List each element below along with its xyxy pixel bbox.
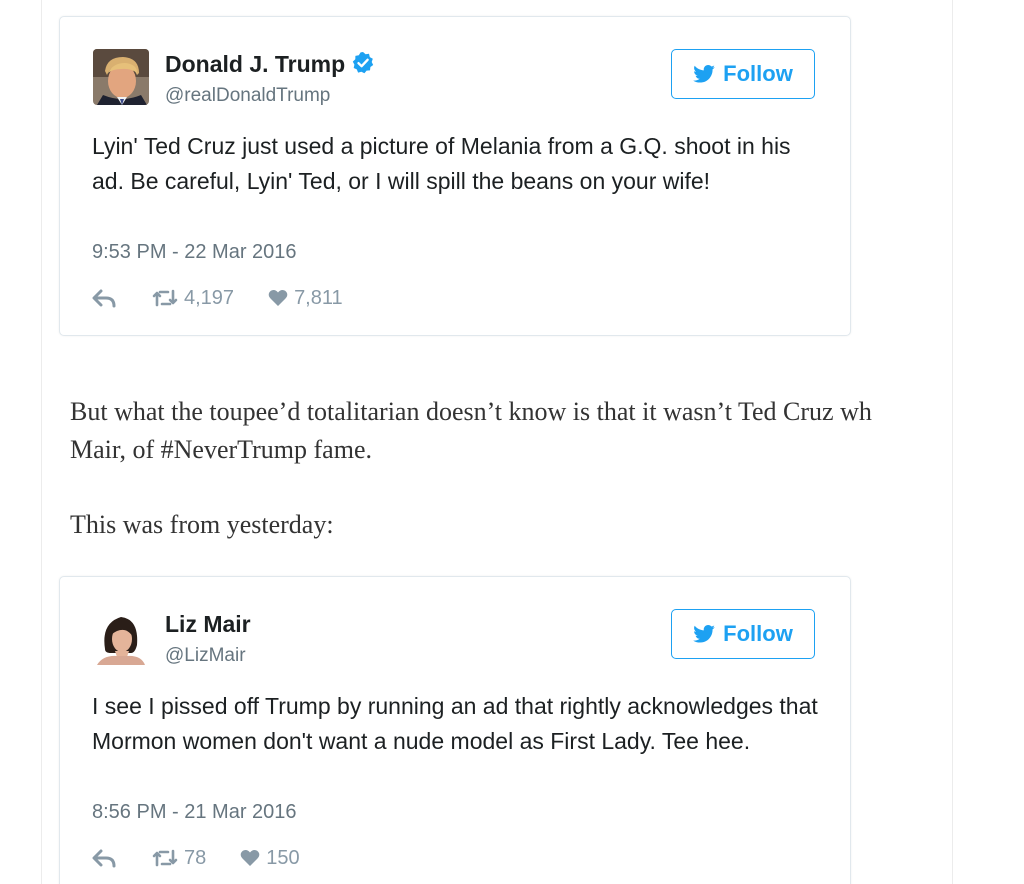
- like-count: 7,811: [294, 286, 343, 309]
- author-name[interactable]: Liz Mair: [165, 611, 251, 638]
- twitter-bird-icon: [693, 65, 715, 83]
- author-handle[interactable]: @LizMair: [165, 645, 246, 667]
- embedded-tweet: Liz Mair @LizMair Follow I see I pissed …: [59, 576, 851, 884]
- like-action[interactable]: 7,811: [268, 287, 343, 310]
- tweet-timestamp[interactable]: 8:56 PM - 21 Mar 2016: [92, 801, 297, 824]
- heart-icon: [240, 850, 260, 866]
- author-handle[interactable]: @realDonaldTrump: [165, 85, 330, 107]
- tweet-text: I see I pissed off Trump by running an a…: [92, 693, 818, 754]
- retweet-action[interactable]: 78: [152, 847, 206, 870]
- tweet-timestamp[interactable]: 9:53 PM - 22 Mar 2016: [92, 241, 297, 264]
- article-paragraph-line: But what the toupee’d totalitarian doesn…: [70, 397, 872, 426]
- retweet-count: 4,197: [184, 286, 235, 309]
- follow-label: Follow: [723, 61, 793, 86]
- retweet-icon: [152, 289, 178, 307]
- like-count: 150: [266, 846, 300, 869]
- reply-icon[interactable]: [92, 288, 118, 308]
- article-paragraph: This was from yesterday:: [70, 510, 334, 539]
- person-portrait-icon: [93, 49, 149, 105]
- twitter-bird-icon: [693, 625, 715, 643]
- article-body: Donald J. Trump @realDonaldTrump Follow …: [42, 0, 952, 884]
- like-action[interactable]: 150: [240, 846, 300, 870]
- follow-button[interactable]: Follow: [671, 49, 815, 99]
- avatar[interactable]: [93, 609, 149, 665]
- article-paragraph-line: Mair, of #NeverTrump fame.: [70, 435, 372, 464]
- tweet-actions: 78 150: [92, 843, 300, 873]
- author-name-text[interactable]: Donald J. Trump: [165, 51, 345, 77]
- retweet-action[interactable]: 4,197: [152, 287, 234, 310]
- avatar[interactable]: [93, 49, 149, 105]
- retweet-icon: [152, 849, 178, 867]
- follow-button[interactable]: Follow: [671, 609, 815, 659]
- reply-icon[interactable]: [92, 848, 118, 868]
- verified-badge-icon: [352, 52, 374, 74]
- retweet-count: 78: [184, 846, 207, 869]
- column-divider-right: [952, 0, 953, 884]
- author-name[interactable]: Donald J. Trump: [165, 51, 375, 78]
- heart-icon: [268, 290, 288, 306]
- tweet-actions: 4,197 7,811: [92, 283, 343, 313]
- person-portrait-icon: [93, 609, 149, 665]
- embedded-tweet: Donald J. Trump @realDonaldTrump Follow …: [59, 16, 851, 336]
- follow-label: Follow: [723, 621, 793, 646]
- tweet-text: Lyin' Ted Cruz just used a picture of Me…: [92, 133, 791, 194]
